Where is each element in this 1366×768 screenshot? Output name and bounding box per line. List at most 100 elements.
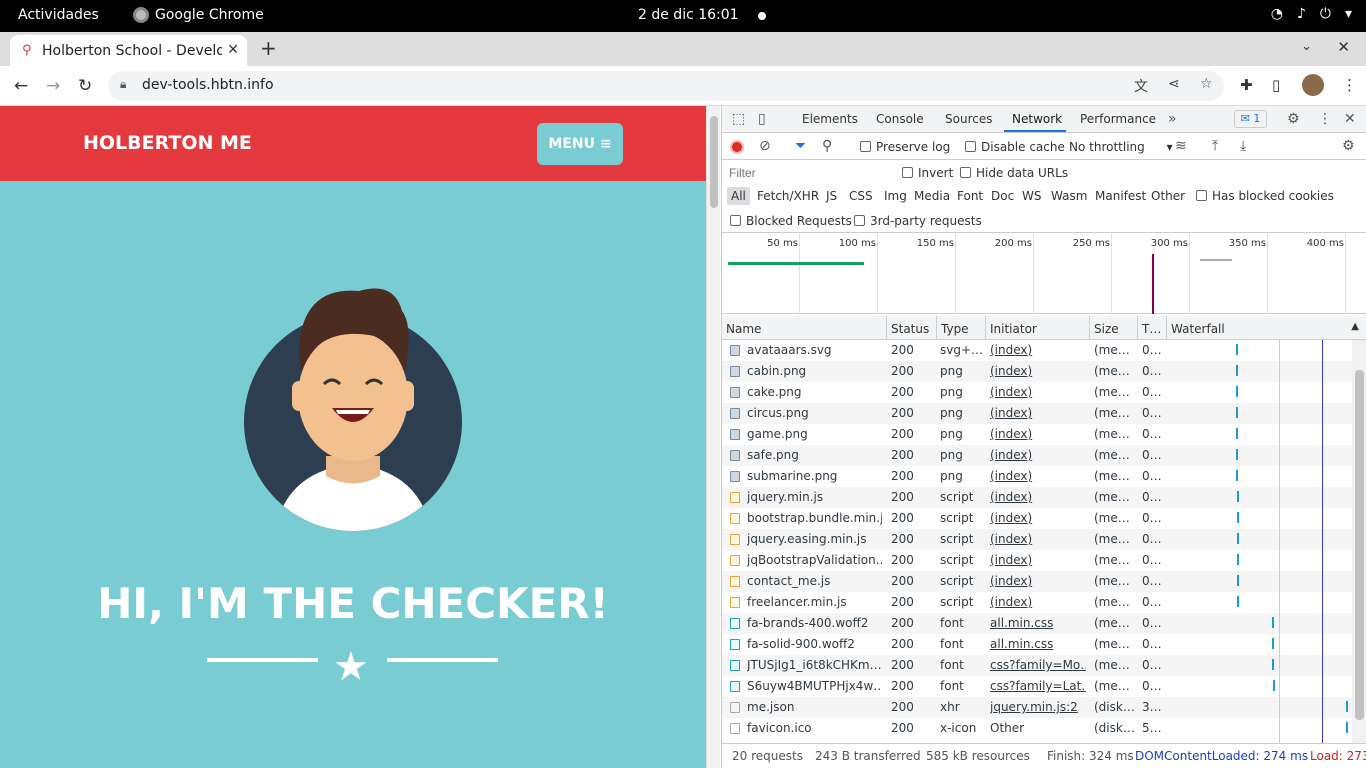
menu-button[interactable]: MENU ≡ — [537, 123, 623, 165]
type-filter-other[interactable]: Other — [1151, 189, 1185, 203]
table-scrollbar-thumb[interactable] — [1355, 370, 1364, 720]
col-time[interactable]: T… — [1138, 316, 1167, 340]
request-initiator[interactable]: (index) — [990, 574, 1086, 588]
disable-cache-checkbox[interactable]: Disable cache — [965, 140, 1065, 154]
devtools-menu-icon[interactable]: ⋮ — [1318, 111, 1332, 127]
table-row[interactable]: S6uyw4BMUTPHjx4w… 200 font css?family=Lat… (… — [722, 676, 1352, 697]
type-filter-font[interactable]: Font — [957, 189, 983, 203]
browser-tab[interactable]: ⚲ Holberton School - Developer ✕ — [10, 35, 247, 66]
table-row[interactable]: contact_me.js 200 script (index) (me… 0… — [722, 571, 1352, 592]
request-initiator[interactable]: (index) — [990, 427, 1086, 441]
type-filter-wasm[interactable]: Wasm — [1051, 189, 1087, 203]
page-scrollbar[interactable] — [706, 106, 720, 768]
translate-icon[interactable]: 文 — [1134, 76, 1148, 96]
type-filter-manifest[interactable]: Manifest — [1095, 189, 1146, 203]
table-row[interactable]: jqBootstrapValidation.… 200 script (index) (… — [722, 550, 1352, 571]
col-name[interactable]: Name — [722, 316, 887, 340]
request-initiator[interactable]: (index) — [990, 511, 1086, 525]
col-type[interactable]: Type — [937, 316, 986, 340]
request-initiator[interactable]: css?family=Mo… — [990, 658, 1086, 672]
table-row[interactable]: safe.png 200 png (index) (me… 0… — [722, 445, 1352, 466]
tab-console[interactable]: Console — [876, 112, 924, 126]
table-row[interactable]: fa-solid-900.woff2 200 font all.min.css (me…… — [722, 634, 1352, 655]
table-row[interactable]: me.json 200 xhr jquery.min.js:2 (disk… 3… — [722, 697, 1352, 718]
site-brand[interactable]: HOLBERTON ME — [83, 132, 252, 154]
request-initiator[interactable]: (index) — [990, 490, 1086, 504]
blocked-requests-checkbox[interactable]: Blocked Requests — [730, 214, 852, 228]
request-initiator[interactable]: all.min.css — [990, 616, 1086, 630]
table-row[interactable]: JTUSjIg1_i6t8kCHKm… 200 font css?family=Mo…… — [722, 655, 1352, 676]
has-blocked-cookies-checkbox[interactable]: Has blocked cookies — [1196, 189, 1334, 203]
system-tray[interactable]: ◔ ♪ ⏻ ▾ — [1271, 6, 1352, 22]
request-initiator[interactable]: (index) — [990, 364, 1086, 378]
tab-performance[interactable]: Performance — [1080, 112, 1156, 126]
request-initiator[interactable]: (index) — [990, 385, 1086, 399]
reload-icon[interactable]: ↻ — [78, 76, 92, 96]
request-initiator[interactable]: jquery.min.js:2 — [990, 700, 1086, 714]
bookmark-star-icon[interactable]: ☆ — [1200, 76, 1213, 92]
app-menu[interactable]: Google Chrome — [133, 7, 264, 23]
issues-badge[interactable]: ✉ 1 — [1234, 110, 1267, 128]
tab-close-icon[interactable]: ✕ — [227, 42, 239, 58]
profile-avatar[interactable] — [1302, 74, 1324, 96]
share-icon[interactable]: ⋖ — [1168, 76, 1180, 92]
type-filter-img[interactable]: Img — [884, 189, 907, 203]
back-icon[interactable]: ← — [14, 76, 28, 96]
request-initiator[interactable]: all.min.css — [990, 637, 1086, 651]
chrome-menu-icon[interactable]: ⋮ — [1342, 76, 1357, 94]
record-button[interactable] — [730, 140, 744, 154]
new-tab-button[interactable]: + — [260, 36, 277, 60]
settings-gear-icon[interactable]: ⚙ — [1287, 111, 1300, 127]
device-toolbar-icon[interactable]: ▯ — [758, 111, 766, 127]
side-panel-icon[interactable]: ▯ — [1272, 76, 1280, 94]
window-close-icon[interactable]: ✕ — [1337, 38, 1350, 56]
type-filter-media[interactable]: Media — [914, 189, 950, 203]
request-initiator[interactable]: (index) — [990, 448, 1086, 462]
request-initiator[interactable]: (index) — [990, 469, 1086, 483]
network-settings-icon[interactable]: ⚙ — [1342, 138, 1355, 154]
network-overview[interactable]: 50 ms 100 ms 150 ms 200 ms 250 ms 300 ms… — [722, 234, 1366, 314]
activities-button[interactable]: Actividades — [18, 7, 99, 23]
col-size[interactable]: Size — [1090, 316, 1138, 340]
inspect-element-icon[interactable]: ⬚ — [732, 111, 745, 127]
col-initiator[interactable]: Initiator — [986, 316, 1090, 340]
export-har-icon[interactable]: ⤓ — [1240, 138, 1246, 154]
table-row[interactable]: avataaars.svg 200 svg+… (index) (me… 0… — [722, 340, 1352, 361]
tab-sources[interactable]: Sources — [945, 112, 992, 126]
table-row[interactable]: jquery.min.js 200 script (index) (me… 0… — [722, 487, 1352, 508]
tab-elements[interactable]: Elements — [802, 112, 858, 126]
preserve-log-checkbox[interactable]: Preserve log — [860, 140, 950, 154]
table-row[interactable]: cabin.png 200 png (index) (me… 0… — [722, 361, 1352, 382]
table-row[interactable]: freelancer.min.js 200 script (index) (me… 0… — [722, 592, 1352, 613]
search-icon[interactable]: ⚲ — [822, 138, 832, 154]
devtools-close-icon[interactable]: ✕ — [1344, 111, 1356, 127]
invert-checkbox[interactable]: Invert — [902, 166, 953, 180]
address-bar[interactable]: 🔒︎ dev-tools.hbtn.info 文 ⋖ ☆ — [108, 71, 1224, 101]
type-filter-ws[interactable]: WS — [1022, 189, 1041, 203]
table-scrollbar[interactable] — [1352, 340, 1366, 749]
table-row[interactable]: favicon.ico 200 x-icon Other (disk… 5… — [722, 718, 1352, 739]
extensions-icon[interactable]: ✚ — [1240, 76, 1253, 94]
forward-icon[interactable]: → — [46, 76, 60, 96]
throttling-select[interactable]: No throttling ▾ — [1069, 140, 1173, 154]
type-filter-css[interactable]: CSS — [849, 189, 873, 203]
network-conditions-icon[interactable]: ≋ — [1175, 138, 1187, 154]
type-filter-js[interactable]: JS — [826, 189, 837, 203]
table-row[interactable]: bootstrap.bundle.min.js 200 script (index) (… — [722, 508, 1352, 529]
lock-icon[interactable]: 🔒︎ — [120, 77, 126, 92]
third-party-checkbox[interactable]: 3rd-party requests — [854, 214, 982, 228]
table-row[interactable]: circus.png 200 png (index) (me… 0… — [722, 403, 1352, 424]
request-initiator[interactable]: (index) — [990, 595, 1086, 609]
request-initiator[interactable]: (index) — [990, 553, 1086, 567]
filter-input[interactable] — [726, 163, 886, 182]
filter-icon[interactable]: ⏷ — [795, 138, 806, 154]
request-initiator[interactable]: css?family=Lat… — [990, 679, 1086, 693]
clock[interactable]: 2 de dic 16:01 — [638, 7, 739, 23]
hide-data-urls-checkbox[interactable]: Hide data URLs — [960, 166, 1068, 180]
col-status[interactable]: Status — [887, 316, 937, 340]
import-har-icon[interactable]: ⤒ — [1212, 138, 1218, 154]
tab-search-icon[interactable]: ⌄ — [1301, 39, 1312, 54]
request-initiator[interactable]: (index) — [990, 406, 1086, 420]
table-row[interactable]: cake.png 200 png (index) (me… 0… — [722, 382, 1352, 403]
table-row[interactable]: jquery.easing.min.js 200 script (index) (me…… — [722, 529, 1352, 550]
